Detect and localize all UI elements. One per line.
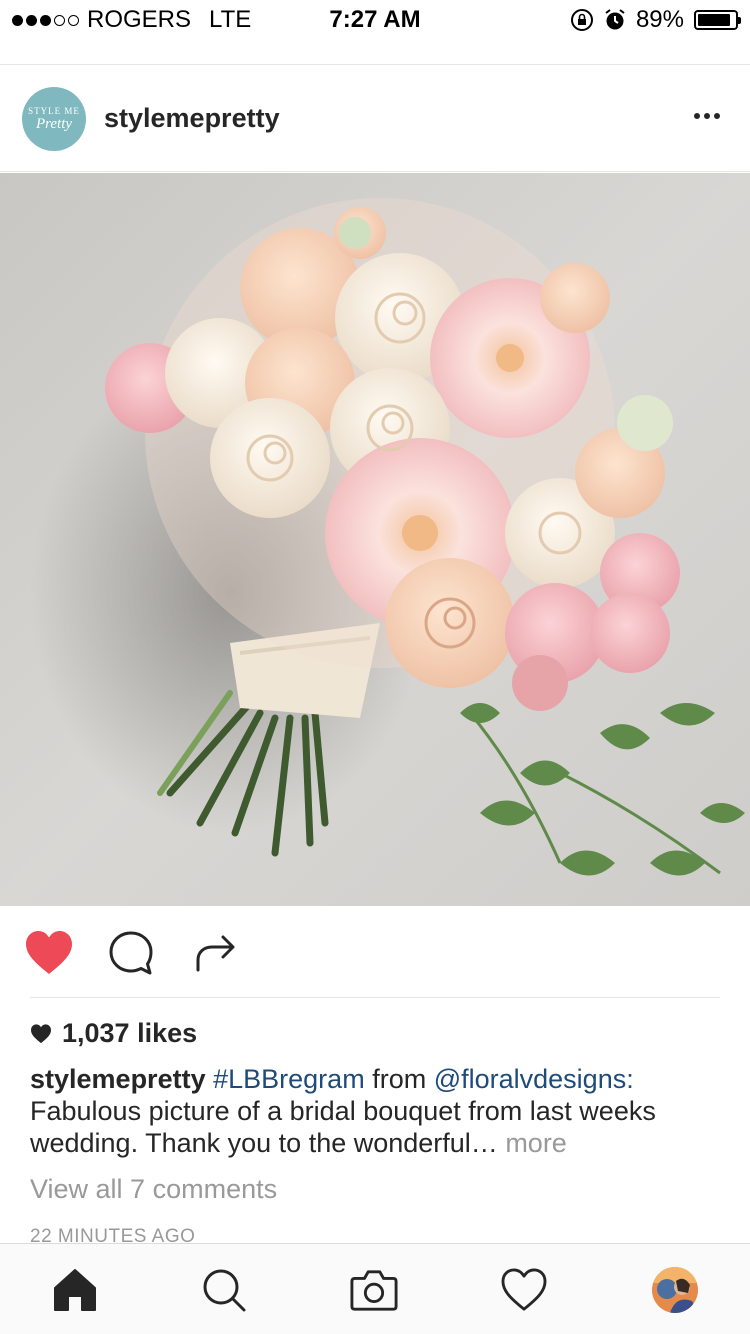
search-tab[interactable] [200, 1266, 248, 1314]
account-avatar[interactable]: STYLE ME Pretty [22, 87, 86, 151]
home-tab[interactable] [51, 1266, 99, 1314]
post-username[interactable]: stylemepretty [104, 103, 280, 134]
status-bar: ROGERS LTE 7:27 AM 89% [0, 0, 750, 40]
profile-tab[interactable] [651, 1266, 699, 1314]
comment-icon[interactable] [108, 930, 154, 976]
post-caption: stylemepretty #LBBregram from @floralvde… [30, 1063, 720, 1159]
profile-avatar [652, 1267, 698, 1313]
caption-hashtag[interactable]: #LBBregram [213, 1064, 365, 1094]
avatar-text-top: STYLE ME [28, 106, 80, 116]
status-bar-right: 89% [570, 6, 741, 34]
actions-divider [30, 997, 720, 998]
alarm-icon [605, 9, 625, 30]
likes-count[interactable]: 1,037 likes [30, 1018, 197, 1049]
activity-tab[interactable] [500, 1266, 548, 1314]
avatar-text-bottom: Pretty [35, 116, 73, 132]
likes-label: 1,037 likes [62, 1018, 198, 1048]
camera-icon [350, 1270, 398, 1311]
like-heart-icon[interactable] [24, 930, 74, 976]
caption-from: from [372, 1064, 427, 1094]
small-heart-icon [31, 1023, 51, 1043]
share-icon[interactable] [194, 930, 238, 974]
home-icon [54, 1269, 96, 1311]
post-header: STYLE ME Pretty stylemepretty [0, 64, 750, 172]
bridal-bouquet-photo [0, 173, 750, 906]
heart-outline-icon [501, 1268, 547, 1311]
battery-icon [694, 10, 741, 30]
battery-percent: 89% [635, 6, 684, 33]
caption-username[interactable]: stylemepretty [30, 1064, 206, 1094]
instagram-post-screen: ROGERS LTE 7:27 AM 89% STYLE ME Pretty s… [0, 0, 750, 1334]
ellipsis-icon[interactable] [694, 113, 720, 119]
camera-tab[interactable] [350, 1266, 398, 1314]
caption-mention[interactable]: @floralvdesigns: [434, 1064, 634, 1094]
bottom-tab-bar [0, 1243, 750, 1334]
search-icon [203, 1269, 246, 1312]
caption-more-link[interactable]: more [505, 1128, 567, 1158]
rotation-lock-icon [570, 9, 593, 31]
post-photo[interactable] [0, 173, 750, 906]
view-comments-link[interactable]: View all 7 comments [30, 1174, 277, 1205]
post-actions [0, 906, 750, 998]
